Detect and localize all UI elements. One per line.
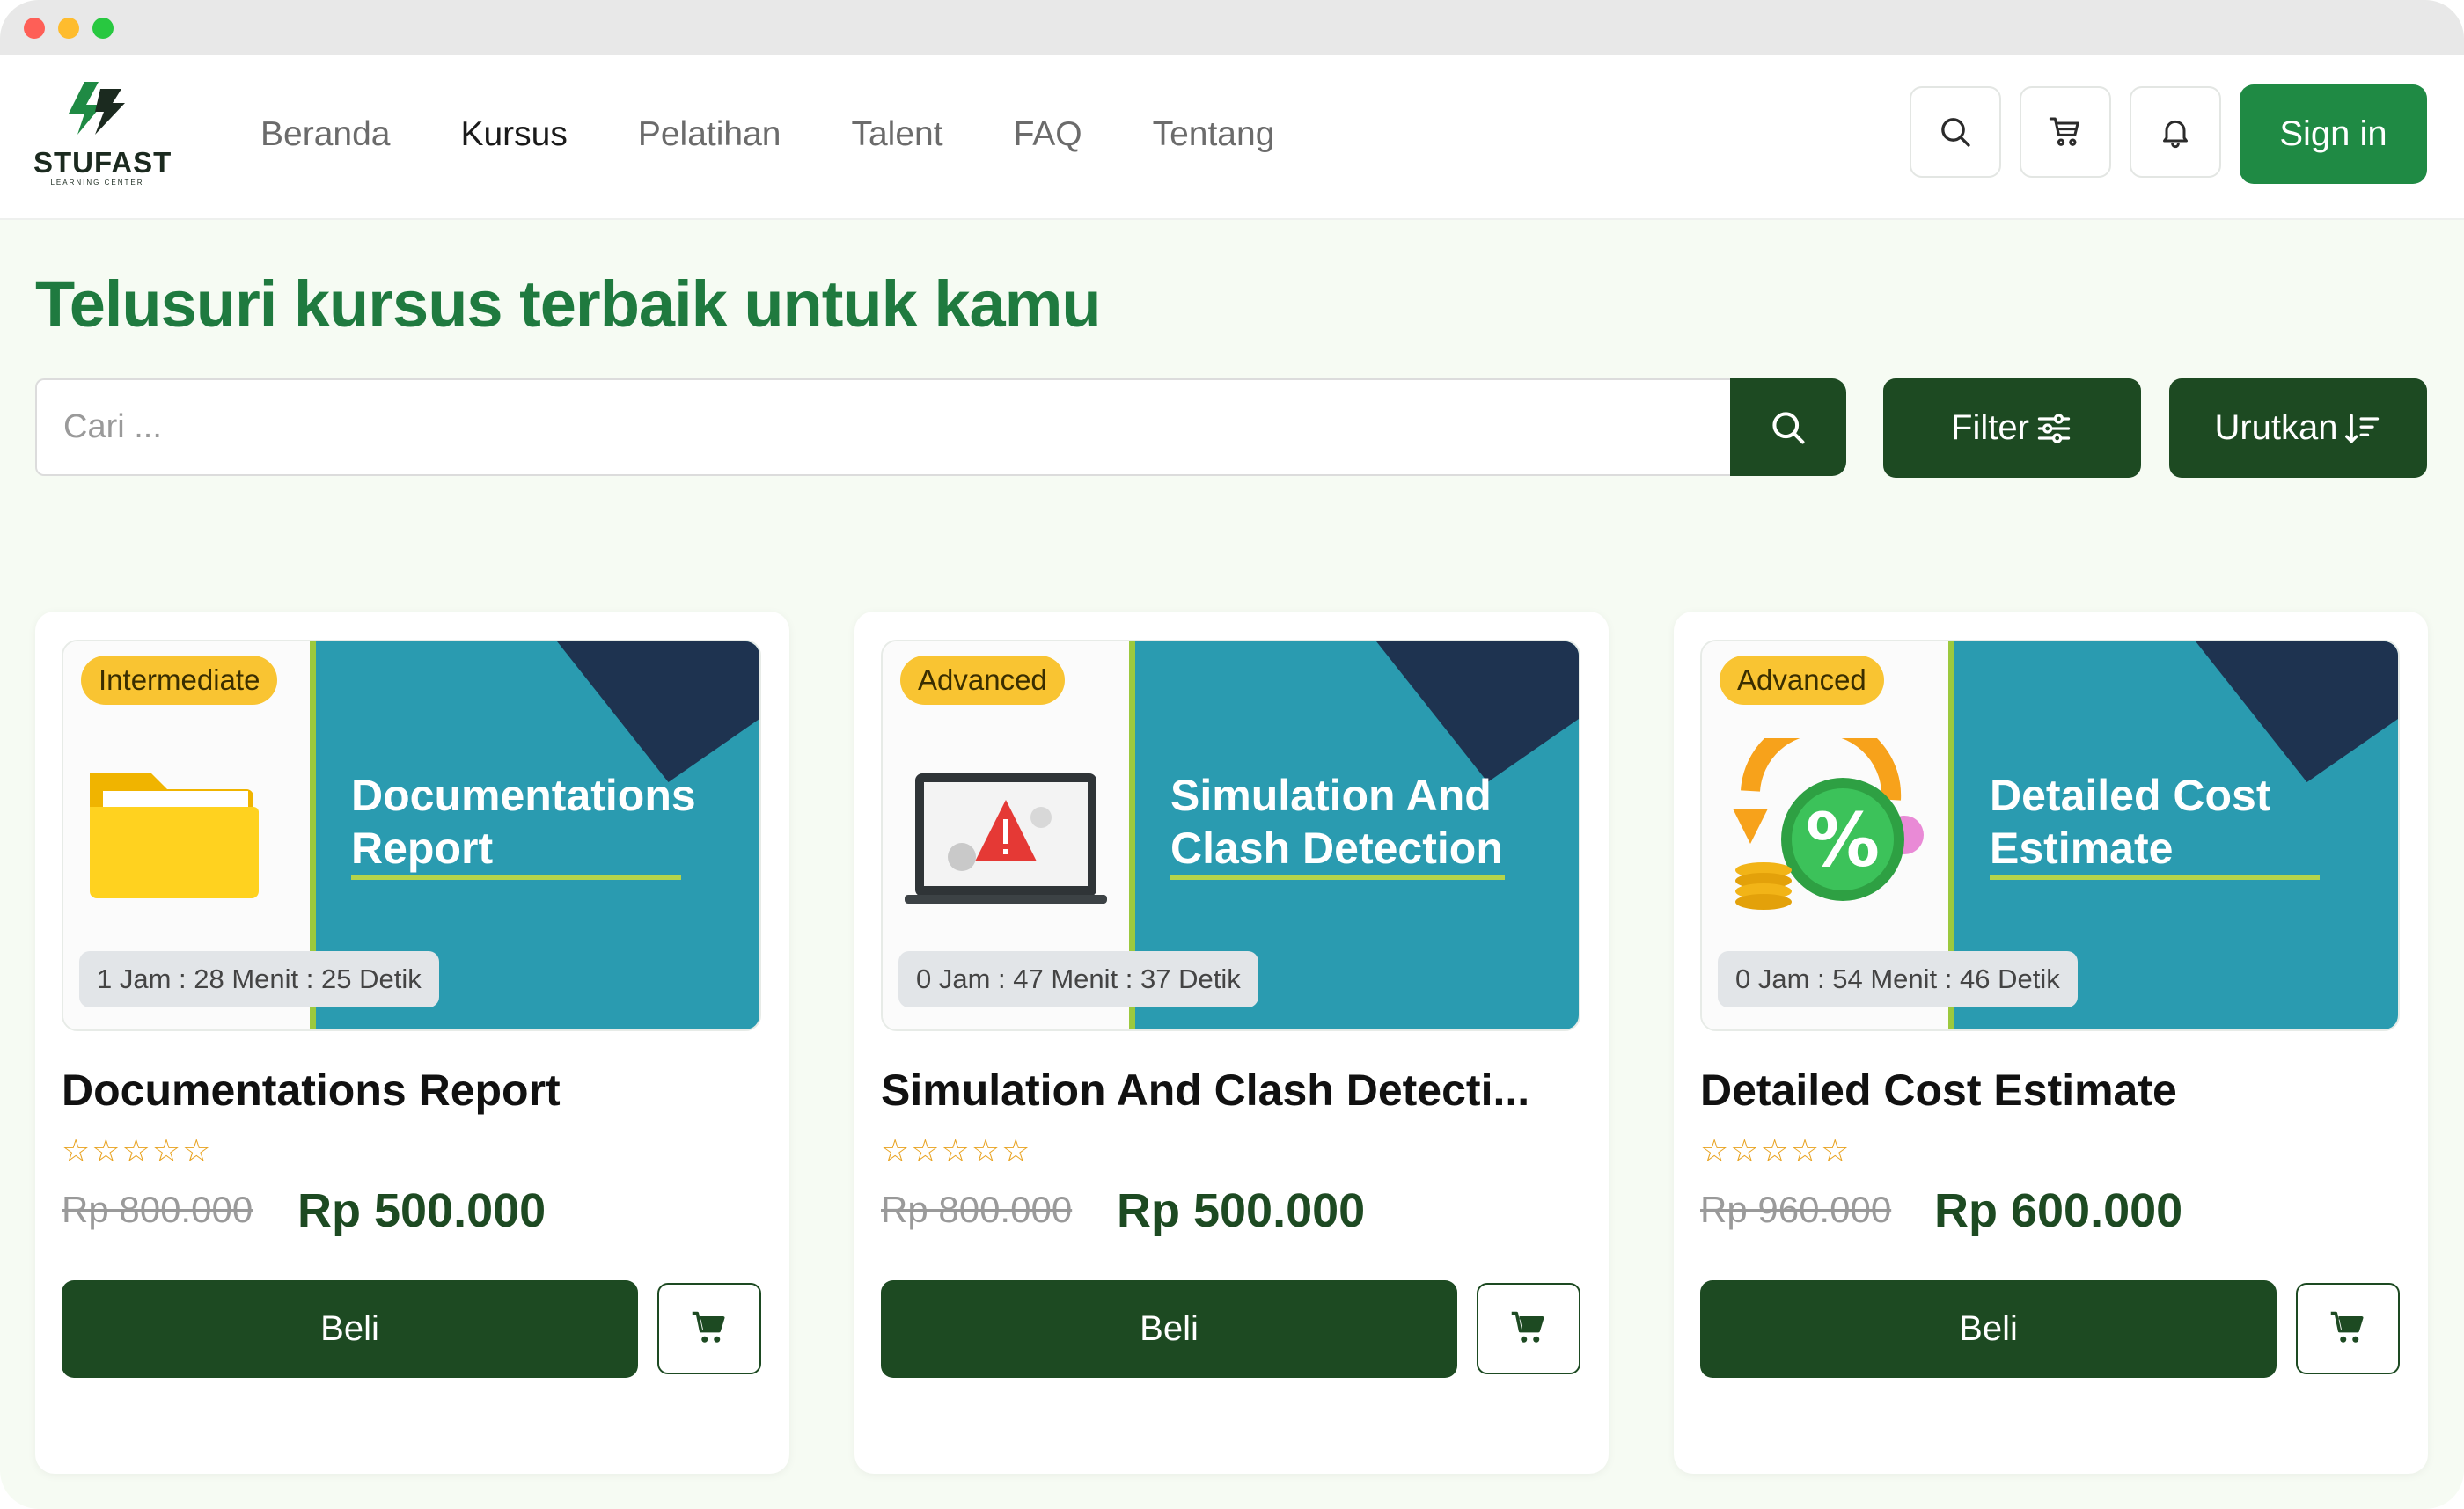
thumbnail-title: Detailed Cost Estimate: [1990, 771, 2271, 873]
folder-icon: [90, 773, 259, 898]
svg-text:%: %: [1806, 797, 1880, 883]
bell-icon: [2163, 120, 2188, 149]
sliders-icon: [2037, 413, 2071, 443]
original-price: Rp 960.000: [1700, 1189, 1892, 1230]
discount-coins-icon: %: [1733, 738, 1924, 910]
nav-link-beranda[interactable]: Beranda: [260, 108, 390, 161]
nav-link-talent[interactable]: Talent: [851, 108, 942, 161]
duration-badge: 1 Jam : 28 Menit : 25 Detik: [79, 951, 439, 1007]
add-to-cart-button[interactable]: [657, 1283, 761, 1374]
course-title[interactable]: Documentations Report: [62, 1065, 766, 1116]
sort-label: Urutkan: [2214, 408, 2338, 447]
brand-logo[interactable]: STUFAST LEARNING CENTER: [33, 80, 172, 194]
rating-stars: ☆☆☆☆☆: [1700, 1132, 1852, 1168]
buy-button[interactable]: Beli: [62, 1280, 638, 1378]
course-thumbnail[interactable]: % Detailed Cost Estimate Advanced 0 Jam …: [1700, 640, 2400, 1031]
course-search: [35, 378, 1846, 476]
level-badge: Advanced: [900, 656, 1065, 705]
duration-badge: 0 Jam : 54 Menit : 46 Detik: [1718, 951, 2078, 1007]
cart-icon: [1511, 1311, 1544, 1343]
rating-stars: ☆☆☆☆☆: [881, 1132, 1032, 1168]
nav-link-pelatihan[interactable]: Pelatihan: [638, 108, 781, 161]
nav-search-button[interactable]: [1910, 86, 2001, 178]
discount-price: Rp 500.000: [297, 1184, 546, 1237]
search-icon: [1772, 411, 1805, 444]
page-title: Telusuri kursus terbaik untuk kamu: [35, 267, 1102, 341]
original-price: Rp 800.000: [881, 1189, 1073, 1230]
search-icon: [1941, 118, 1970, 147]
filter-label: Filter: [1951, 408, 2029, 447]
cart-icon: [2330, 1311, 2364, 1343]
duration-badge: 0 Jam : 47 Menit : 37 Detik: [898, 951, 1258, 1007]
add-to-cart-button[interactable]: [2296, 1283, 2400, 1374]
nav-notification-button[interactable]: [2130, 86, 2221, 178]
course-thumbnail[interactable]: Documentations Report Intermediate 1 Jam…: [62, 640, 761, 1031]
top-navbar: STUFAST LEARNING CENTER Beranda Kursus P…: [0, 55, 2464, 220]
close-window-button[interactable]: [24, 18, 45, 39]
level-badge: Intermediate: [81, 656, 278, 705]
course-card[interactable]: % Detailed Cost Estimate Advanced 0 Jam …: [1674, 612, 2428, 1474]
course-card[interactable]: Documentations Report Intermediate 1 Jam…: [35, 612, 789, 1474]
discount-price: Rp 600.000: [1934, 1184, 2183, 1237]
logo-mark-icon: [69, 82, 125, 135]
thumbnail-corner-decoration: [2196, 641, 2398, 782]
level-badge: Advanced: [1720, 656, 1884, 705]
course-title[interactable]: Simulation And Clash Detecti...: [881, 1065, 1585, 1116]
original-price: Rp 800.000: [62, 1189, 253, 1230]
course-thumbnail[interactable]: Simulation And Clash Detection Advanced …: [881, 640, 1580, 1031]
nav-link-tentang[interactable]: Tentang: [1153, 108, 1275, 161]
thumbnail-title: Simulation And Clash Detection: [1170, 771, 1503, 873]
search-submit-button[interactable]: [1730, 378, 1846, 476]
laptop-warning-icon: [905, 773, 1107, 904]
thumbnail-underline: [1170, 875, 1505, 880]
cart-icon: [2049, 117, 2079, 146]
thumbnail-underline: [351, 875, 681, 880]
brand-tagline: LEARNING CENTER: [50, 179, 144, 187]
rating-stars: ☆☆☆☆☆: [62, 1132, 213, 1168]
course-card[interactable]: Simulation And Clash Detection Advanced …: [854, 612, 1609, 1474]
maximize-window-button[interactable]: [92, 18, 114, 39]
sort-descending-icon: [2344, 414, 2379, 443]
brand-name: STUFAST: [33, 146, 172, 179]
browser-window: STUFAST LEARNING CENTER Beranda Kursus P…: [0, 0, 2464, 1509]
add-to-cart-button[interactable]: [1477, 1283, 1580, 1374]
thumbnail-underline: [1990, 875, 2320, 880]
search-input[interactable]: [35, 378, 1734, 476]
cart-icon: [692, 1311, 725, 1343]
discount-price: Rp 500.000: [1117, 1184, 1366, 1237]
minimize-window-button[interactable]: [58, 18, 79, 39]
thumbnail-corner-decoration: [557, 641, 759, 782]
window-titlebar: [0, 0, 2464, 55]
nav-link-kursus[interactable]: Kursus: [460, 108, 567, 161]
nav-cart-button[interactable]: [2020, 86, 2111, 178]
thumbnail-corner-decoration: [1376, 641, 1579, 782]
nav-link-faq[interactable]: FAQ: [1014, 108, 1082, 161]
buy-button[interactable]: Beli: [881, 1280, 1457, 1378]
sign-in-button[interactable]: Sign in: [2240, 84, 2427, 184]
course-title[interactable]: Detailed Cost Estimate: [1700, 1065, 2404, 1116]
buy-button[interactable]: Beli: [1700, 1280, 2277, 1378]
sort-button[interactable]: Urutkan: [2169, 378, 2427, 478]
thumbnail-title: Documentations Report: [351, 771, 696, 873]
main-nav: Beranda Kursus Pelatihan Talent FAQ Tent…: [260, 108, 1345, 161]
filter-button[interactable]: Filter: [1883, 378, 2141, 478]
